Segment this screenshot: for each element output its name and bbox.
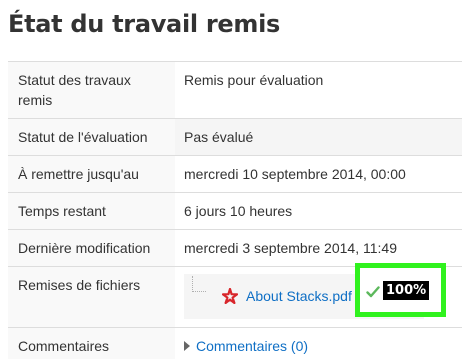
submission-status-label: Statut des travaux remis	[8, 61, 175, 119]
checkmark-icon	[366, 286, 380, 298]
time-remaining-value: 6 jours 10 heures	[175, 192, 462, 230]
last-modified-value: mercredi 3 septembre 2014, 11:49	[175, 229, 462, 267]
pdf-icon	[222, 288, 238, 304]
table-row: Statut des travaux remis Remis pour éval…	[8, 61, 462, 119]
grading-status-label: Statut de l'évaluation	[8, 118, 175, 156]
comments-link[interactable]: Commentaires (0)	[196, 338, 308, 354]
upload-status-highlight: 100%	[355, 263, 446, 317]
comments-cell: Commentaires (0)	[175, 327, 462, 359]
expand-arrow-icon[interactable]	[184, 341, 190, 352]
table-row: Statut de l'évaluation Pas évalué	[8, 118, 462, 156]
table-row: Dernière modification mercredi 3 septemb…	[8, 229, 462, 267]
progress-badge: 100%	[383, 281, 430, 300]
last-modified-label: Dernière modification	[8, 229, 175, 267]
comments-label: Commentaires	[8, 327, 175, 359]
time-remaining-label: Temps restant	[8, 192, 175, 230]
file-link[interactable]: About Stacks.pdf	[246, 286, 354, 306]
file-submissions-label: Remises de fichiers	[8, 266, 175, 328]
grading-status-value: Pas évalué	[175, 118, 462, 156]
tree-connector	[192, 276, 206, 292]
due-date-label: À remettre jusqu'au	[8, 155, 175, 193]
due-date-value: mercredi 10 septembre 2014, 00:00	[175, 155, 462, 193]
table-row: À remettre jusqu'au mercredi 10 septembr…	[8, 155, 462, 193]
submission-status-value: Remis pour évaluation	[175, 61, 462, 119]
page-title: État du travail remis	[8, 10, 280, 38]
table-row: Commentaires Commentaires (0)	[8, 327, 462, 359]
table-row: Temps restant 6 jours 10 heures	[8, 192, 462, 230]
